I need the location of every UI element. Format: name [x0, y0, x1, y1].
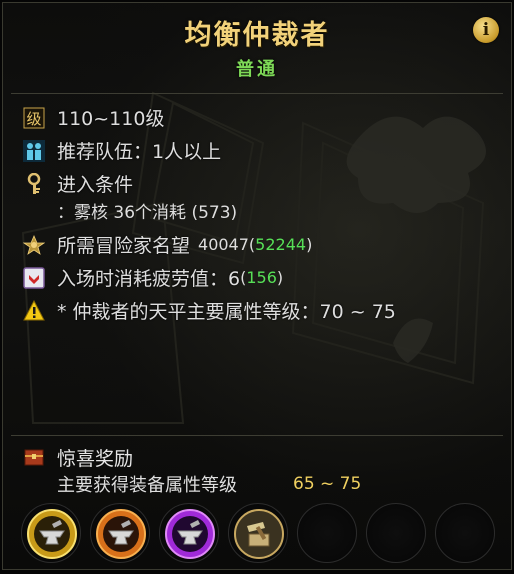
balance-attribute-note: * 仲裁者的天平主要属性等级：70 ~ 75: [57, 301, 396, 323]
level-icon: 级: [23, 107, 45, 128]
warning-icon: [23, 299, 45, 320]
header-divider: [11, 93, 503, 94]
fatigue-label: 入场时消耗疲劳值：6: [57, 268, 241, 290]
rewards-divider: [11, 435, 503, 436]
fatigue-current: 156: [246, 268, 277, 287]
fatigue-row: 入场时消耗疲劳值：6(156): [23, 261, 503, 294]
info-icon[interactable]: i: [473, 17, 499, 43]
reward-slots: [21, 503, 504, 563]
reputation-label: 所需冒险家名望: [57, 235, 191, 257]
party-icon: [23, 139, 45, 162]
difficulty-label: 普通: [236, 59, 278, 80]
warning-row: * 仲裁者的天平主要属性等级：70 ~ 75: [23, 294, 503, 327]
reputation-row: 所需冒险家名望 40047 (52244): [23, 228, 503, 261]
key-icon: [27, 172, 41, 194]
level-row: 级 110~110级: [23, 101, 503, 134]
dungeon-info-list: 级 110~110级 推荐队伍：1人以上 进入条件 ：雾核 36个消耗 (573…: [23, 101, 503, 327]
orange-anvil-icon: [96, 509, 146, 559]
rewards-header: 惊喜奖励: [23, 443, 503, 471]
reward-slot-empty[interactable]: [435, 503, 495, 563]
dungeon-title: 均衡仲裁者: [184, 20, 330, 51]
reputation-icon: [23, 234, 45, 255]
entry-condition-row: 进入条件: [23, 167, 503, 200]
reward-slot-purple-anvil[interactable]: [159, 503, 219, 563]
rewards-title: 惊喜奖励: [57, 447, 134, 470]
fatigue-icon: [23, 266, 45, 289]
reward-slot-hammer-box[interactable]: [228, 503, 288, 563]
hammer-box-icon: [234, 509, 284, 559]
purple-anvil-icon: [165, 509, 215, 559]
reputation-required: 40047: [198, 235, 249, 254]
svg-text:级: 级: [26, 110, 41, 128]
recommended-party: 推荐队伍：1人以上: [57, 141, 222, 163]
rewards-section: 惊喜奖励 主要获得装备属性等级 65 ~ 75: [23, 443, 503, 497]
reward-slot-orange-anvil[interactable]: [90, 503, 150, 563]
level-range: 110~110级: [57, 108, 165, 130]
rewards-attribute-range: 65 ~ 75: [293, 474, 362, 494]
reward-slot-gold-anvil[interactable]: [21, 503, 81, 563]
rewards-attribute-line: 主要获得装备属性等级 65 ~ 75: [23, 471, 503, 497]
rewards-attribute-label: 主要获得装备属性等级: [57, 475, 237, 496]
gold-anvil-icon: [27, 509, 77, 559]
reputation-current: 52244: [255, 235, 307, 254]
dungeon-tooltip: 均衡仲裁者 普通 i 级 110~110级 推荐队伍：1人以上 进入条件 ：雾核…: [2, 2, 512, 570]
party-row: 推荐队伍：1人以上: [23, 134, 503, 167]
reward-slot-empty[interactable]: [366, 503, 426, 563]
entry-condition-label: 进入条件: [57, 174, 134, 196]
reward-slot-empty[interactable]: [297, 503, 357, 563]
chest-icon: [24, 449, 44, 466]
entry-requirement: ：雾核 36个消耗 (573): [57, 202, 238, 223]
tooltip-header: 均衡仲裁者 普通 i: [3, 3, 511, 93]
